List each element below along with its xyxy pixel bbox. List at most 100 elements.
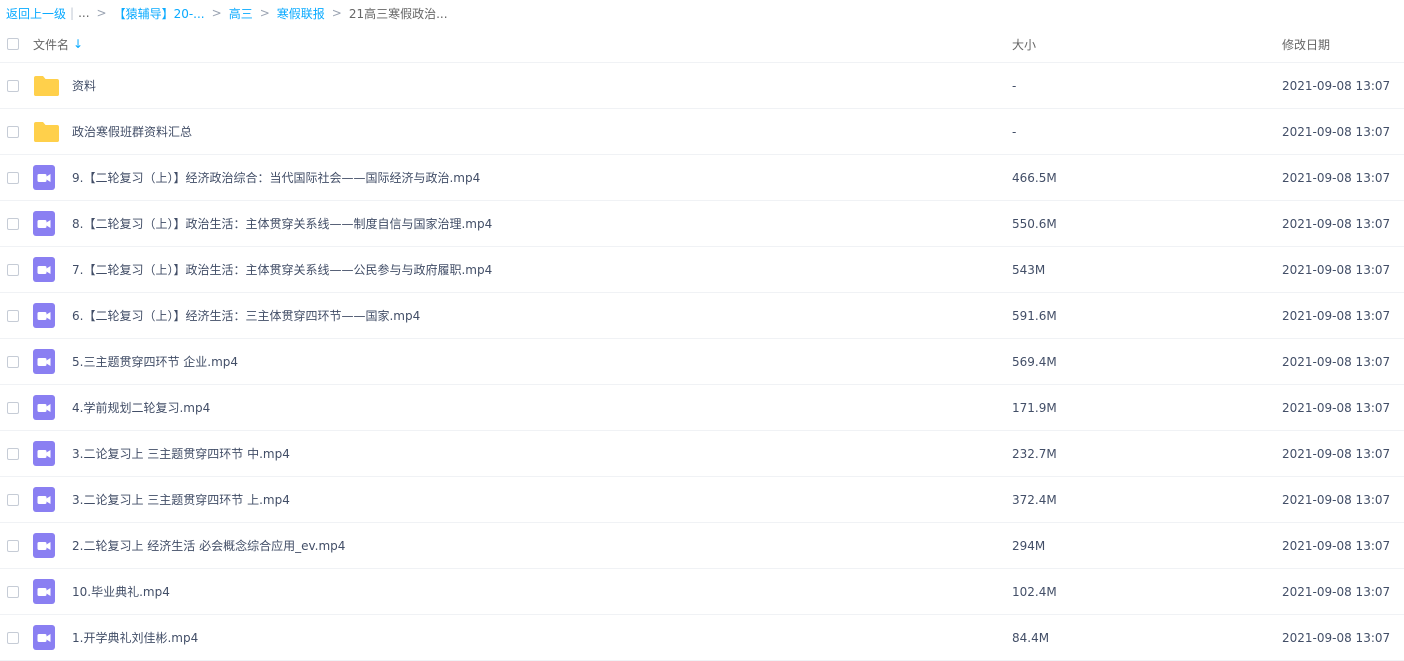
row-checkbox-cell — [0, 309, 33, 322]
file-size: 569.4M — [1012, 354, 1057, 369]
breadcrumb-item[interactable]: 高三 — [229, 5, 253, 22]
row-checkbox[interactable] — [7, 125, 19, 138]
file-name[interactable]: 5.三主题贯穿四环节 企业.mp4 — [72, 353, 238, 370]
row-checkbox[interactable] — [7, 401, 19, 414]
file-name[interactable]: 3.二论复习上 三主题贯穿四环节 上.mp4 — [72, 491, 290, 508]
file-name-cell: 5.三主题贯穿四环节 企业.mp4 — [33, 349, 1012, 374]
file-name-cell: 政治寒假班群资料汇总 — [33, 121, 1012, 143]
breadcrumb-ellipsis[interactable]: ... — [78, 6, 89, 20]
file-name[interactable]: 政治寒假班群资料汇总 — [72, 123, 192, 140]
row-checkbox[interactable] — [7, 631, 19, 644]
file-size: 84.4M — [1012, 630, 1050, 645]
row-checkbox[interactable] — [7, 263, 19, 276]
file-name-cell: 6.【二轮复习（上）】经济生活：三主体贯穿四环节——国家.mp4 — [33, 303, 1012, 328]
row-checkbox[interactable] — [7, 309, 19, 322]
file-row[interactable]: 4.学前规划二轮复习.mp4 171.9M 2021-09-08 13:07 — [0, 385, 1404, 431]
file-name[interactable]: 资料 — [72, 77, 96, 94]
row-checkbox-cell — [0, 493, 33, 506]
file-size: 466.5M — [1012, 170, 1057, 185]
back-link[interactable]: 返回上一级 — [6, 5, 66, 22]
select-all-checkbox[interactable] — [7, 38, 19, 50]
video-file-icon — [33, 165, 72, 190]
file-row[interactable]: 7.【二轮复习（上）】政治生活：主体贯穿关系线——公民参与与政府履职.mp4 5… — [0, 247, 1404, 293]
file-size: 543M — [1012, 262, 1046, 277]
file-row[interactable]: 9.【二轮复习（上）】经济政治综合：当代国际社会——国际经济与政治.mp4 46… — [0, 155, 1404, 201]
folder-icon — [33, 75, 72, 97]
row-checkbox-cell — [0, 355, 33, 368]
file-row[interactable]: 政治寒假班群资料汇总 - 2021-09-08 13:07 — [0, 109, 1404, 155]
file-name[interactable]: 4.学前规划二轮复习.mp4 — [72, 399, 210, 416]
file-date: 2021-09-08 13:07 — [1282, 354, 1391, 369]
file-name[interactable]: 1.开学典礼刘佳彬.mp4 — [72, 629, 198, 646]
file-name-cell: 2.二轮复习上 经济生活 必会概念综合应用_ev.mp4 — [33, 533, 1012, 558]
folder-icon — [33, 121, 72, 143]
file-row[interactable]: 资料 - 2021-09-08 13:07 — [0, 63, 1404, 109]
file-row[interactable]: 5.三主题贯穿四环节 企业.mp4 569.4M 2021-09-08 13:0… — [0, 339, 1404, 385]
file-name-cell: 3.二论复习上 三主题贯穿四环节 中.mp4 — [33, 441, 1012, 466]
file-name-cell: 4.学前规划二轮复习.mp4 — [33, 395, 1012, 420]
file-row[interactable]: 3.二论复习上 三主题贯穿四环节 上.mp4 372.4M 2021-09-08… — [0, 477, 1404, 523]
file-date: 2021-09-08 13:07 — [1282, 308, 1391, 323]
file-list-header: 文件名 ↓ 大小 修改日期 — [0, 26, 1404, 63]
video-file-icon — [33, 487, 72, 512]
file-row[interactable]: 1.开学典礼刘佳彬.mp4 84.4M 2021-09-08 13:07 — [0, 615, 1404, 661]
arrow-down-icon[interactable]: ↓ — [73, 37, 83, 51]
select-all-cell — [0, 38, 33, 50]
file-row[interactable]: 3.二论复习上 三主题贯穿四环节 中.mp4 232.7M 2021-09-08… — [0, 431, 1404, 477]
breadcrumb-separator: > — [259, 6, 270, 20]
breadcrumb-item[interactable]: 【猿辅导】20-... — [114, 5, 205, 22]
row-checkbox-cell — [0, 263, 33, 276]
row-checkbox[interactable] — [7, 539, 19, 552]
file-name-cell: 3.二论复习上 三主题贯穿四环节 上.mp4 — [33, 487, 1012, 512]
file-size: 171.9M — [1012, 400, 1057, 415]
file-name[interactable]: 6.【二轮复习（上）】经济生活：三主体贯穿四环节——国家.mp4 — [72, 307, 420, 324]
column-header-size[interactable]: 大小 — [1012, 36, 1282, 53]
video-file-icon — [33, 303, 72, 328]
row-checkbox-cell — [0, 79, 33, 92]
column-header-date[interactable]: 修改日期 — [1282, 36, 1404, 53]
row-checkbox-cell — [0, 631, 33, 644]
file-name-cell: 1.开学典礼刘佳彬.mp4 — [33, 625, 1012, 650]
file-date: 2021-09-08 13:07 — [1282, 262, 1391, 277]
file-row[interactable]: 10.毕业典礼.mp4 102.4M 2021-09-08 13:07 — [0, 569, 1404, 615]
row-checkbox[interactable] — [7, 217, 19, 230]
video-file-icon — [33, 257, 72, 282]
file-name[interactable]: 8.【二轮复习（上）】政治生活：主体贯穿关系线——制度自信与国家治理.mp4 — [72, 215, 492, 232]
breadcrumb-separator: > — [331, 6, 342, 20]
file-name[interactable]: 10.毕业典礼.mp4 — [72, 583, 170, 600]
video-file-icon — [33, 395, 72, 420]
row-checkbox-cell — [0, 217, 33, 230]
file-name[interactable]: 7.【二轮复习（上）】政治生活：主体贯穿关系线——公民参与与政府履职.mp4 — [72, 261, 492, 278]
video-file-icon — [33, 211, 72, 236]
row-checkbox[interactable] — [7, 447, 19, 460]
row-checkbox-cell — [0, 401, 33, 414]
file-date: 2021-09-08 13:07 — [1282, 538, 1391, 553]
breadcrumb-item[interactable]: 寒假联报 — [277, 5, 325, 22]
video-file-icon — [33, 625, 72, 650]
file-name-cell: 10.毕业典礼.mp4 — [33, 579, 1012, 604]
file-name[interactable]: 2.二轮复习上 经济生活 必会概念综合应用_ev.mp4 — [72, 537, 345, 554]
column-header-name[interactable]: 文件名 ↓ — [33, 36, 1012, 53]
file-size: 102.4M — [1012, 584, 1057, 599]
video-file-icon — [33, 533, 72, 558]
row-checkbox[interactable] — [7, 171, 19, 184]
file-size: 232.7M — [1012, 446, 1057, 461]
row-checkbox[interactable] — [7, 493, 19, 506]
row-checkbox-cell — [0, 585, 33, 598]
file-name-cell: 8.【二轮复习（上）】政治生活：主体贯穿关系线——制度自信与国家治理.mp4 — [33, 211, 1012, 236]
row-checkbox[interactable] — [7, 355, 19, 368]
breadcrumb-separator: > — [211, 6, 222, 20]
row-checkbox[interactable] — [7, 79, 19, 92]
file-size: 372.4M — [1012, 492, 1057, 507]
file-name[interactable]: 9.【二轮复习（上）】经济政治综合：当代国际社会——国际经济与政治.mp4 — [72, 169, 480, 186]
file-date: 2021-09-08 13:07 — [1282, 400, 1391, 415]
row-checkbox-cell — [0, 171, 33, 184]
file-row[interactable]: 8.【二轮复习（上）】政治生活：主体贯穿关系线——制度自信与国家治理.mp4 5… — [0, 201, 1404, 247]
file-row[interactable]: 6.【二轮复习（上）】经济生活：三主体贯穿四环节——国家.mp4 591.6M … — [0, 293, 1404, 339]
row-checkbox[interactable] — [7, 585, 19, 598]
row-checkbox-cell — [0, 125, 33, 138]
breadcrumb-current: 21高三寒假政治... — [348, 6, 448, 21]
file-row[interactable]: 2.二轮复习上 经济生活 必会概念综合应用_ev.mp4 294M 2021-0… — [0, 523, 1404, 569]
file-name[interactable]: 3.二论复习上 三主题贯穿四环节 中.mp4 — [72, 445, 290, 462]
video-file-icon — [33, 579, 72, 604]
